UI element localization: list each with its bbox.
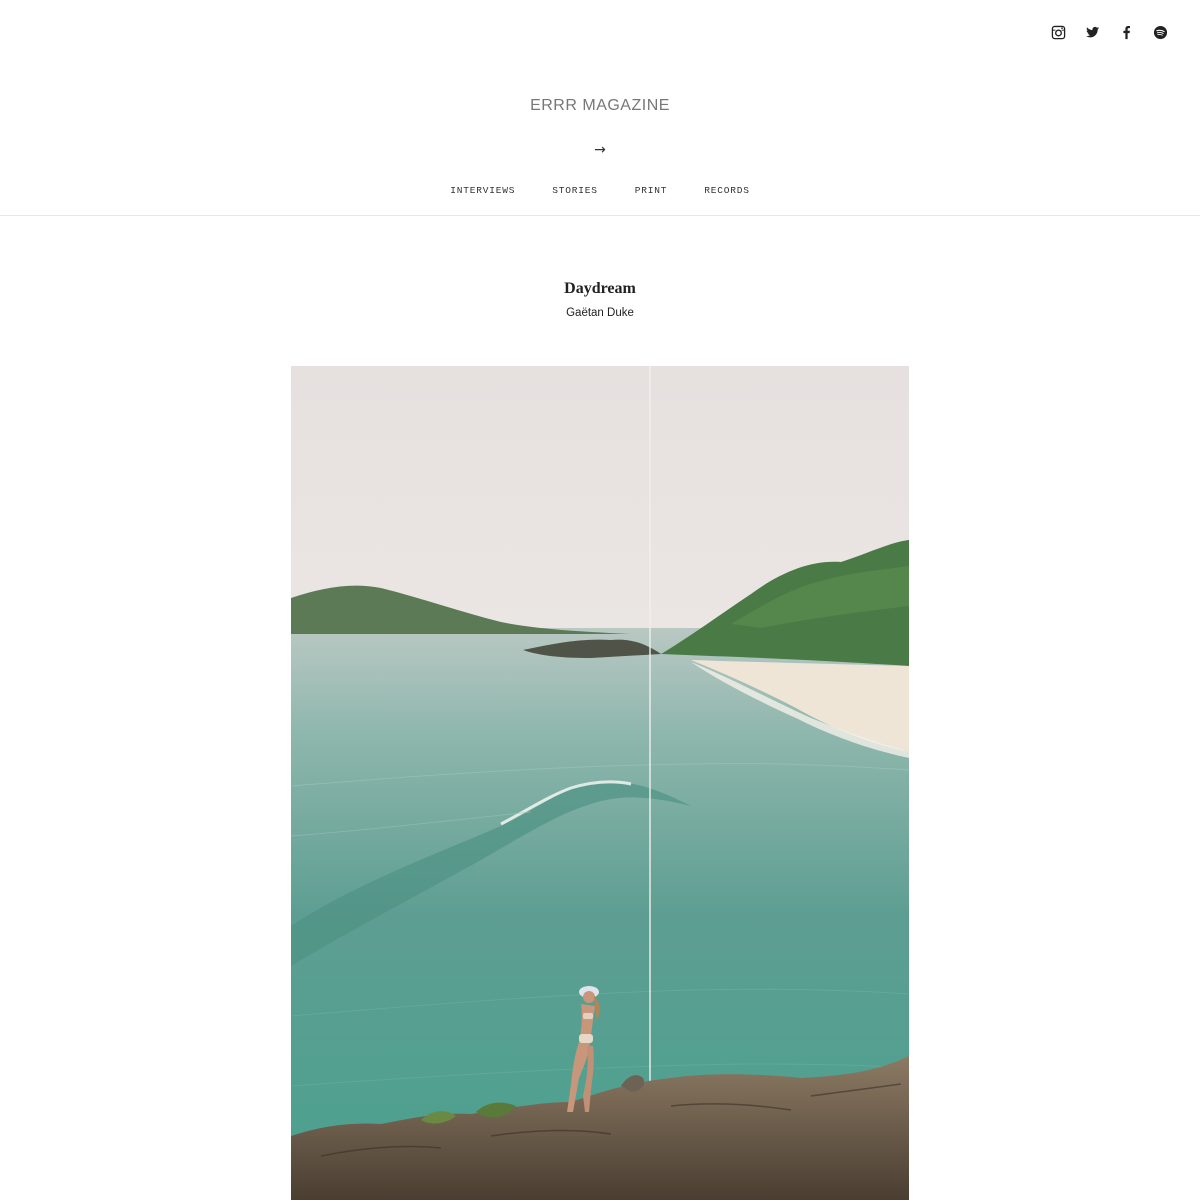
site-title[interactable]: ERRR MAGAZINE bbox=[0, 97, 1200, 115]
social-links bbox=[1048, 22, 1170, 42]
nav-item-stories[interactable]: STORIES bbox=[552, 185, 598, 196]
article-title: Daydream bbox=[564, 280, 636, 297]
twitter-icon[interactable] bbox=[1082, 22, 1102, 42]
article-hero-image bbox=[291, 366, 909, 1200]
nav-item-print[interactable]: PRINT bbox=[635, 185, 668, 196]
instagram-icon[interactable] bbox=[1048, 22, 1068, 42]
facebook-icon[interactable] bbox=[1116, 22, 1136, 42]
spotify-icon[interactable] bbox=[1150, 22, 1170, 42]
arrow-right-icon[interactable]: → bbox=[0, 142, 1200, 158]
article-author[interactable]: Gaëtan Duke bbox=[0, 307, 1200, 319]
nav-item-records[interactable]: RECORDS bbox=[704, 185, 750, 196]
nav-item-interviews[interactable]: INTERVIEWS bbox=[450, 185, 515, 196]
header-divider bbox=[0, 215, 1200, 216]
main-nav: INTERVIEWS STORIES PRINT RECORDS bbox=[0, 185, 1200, 196]
